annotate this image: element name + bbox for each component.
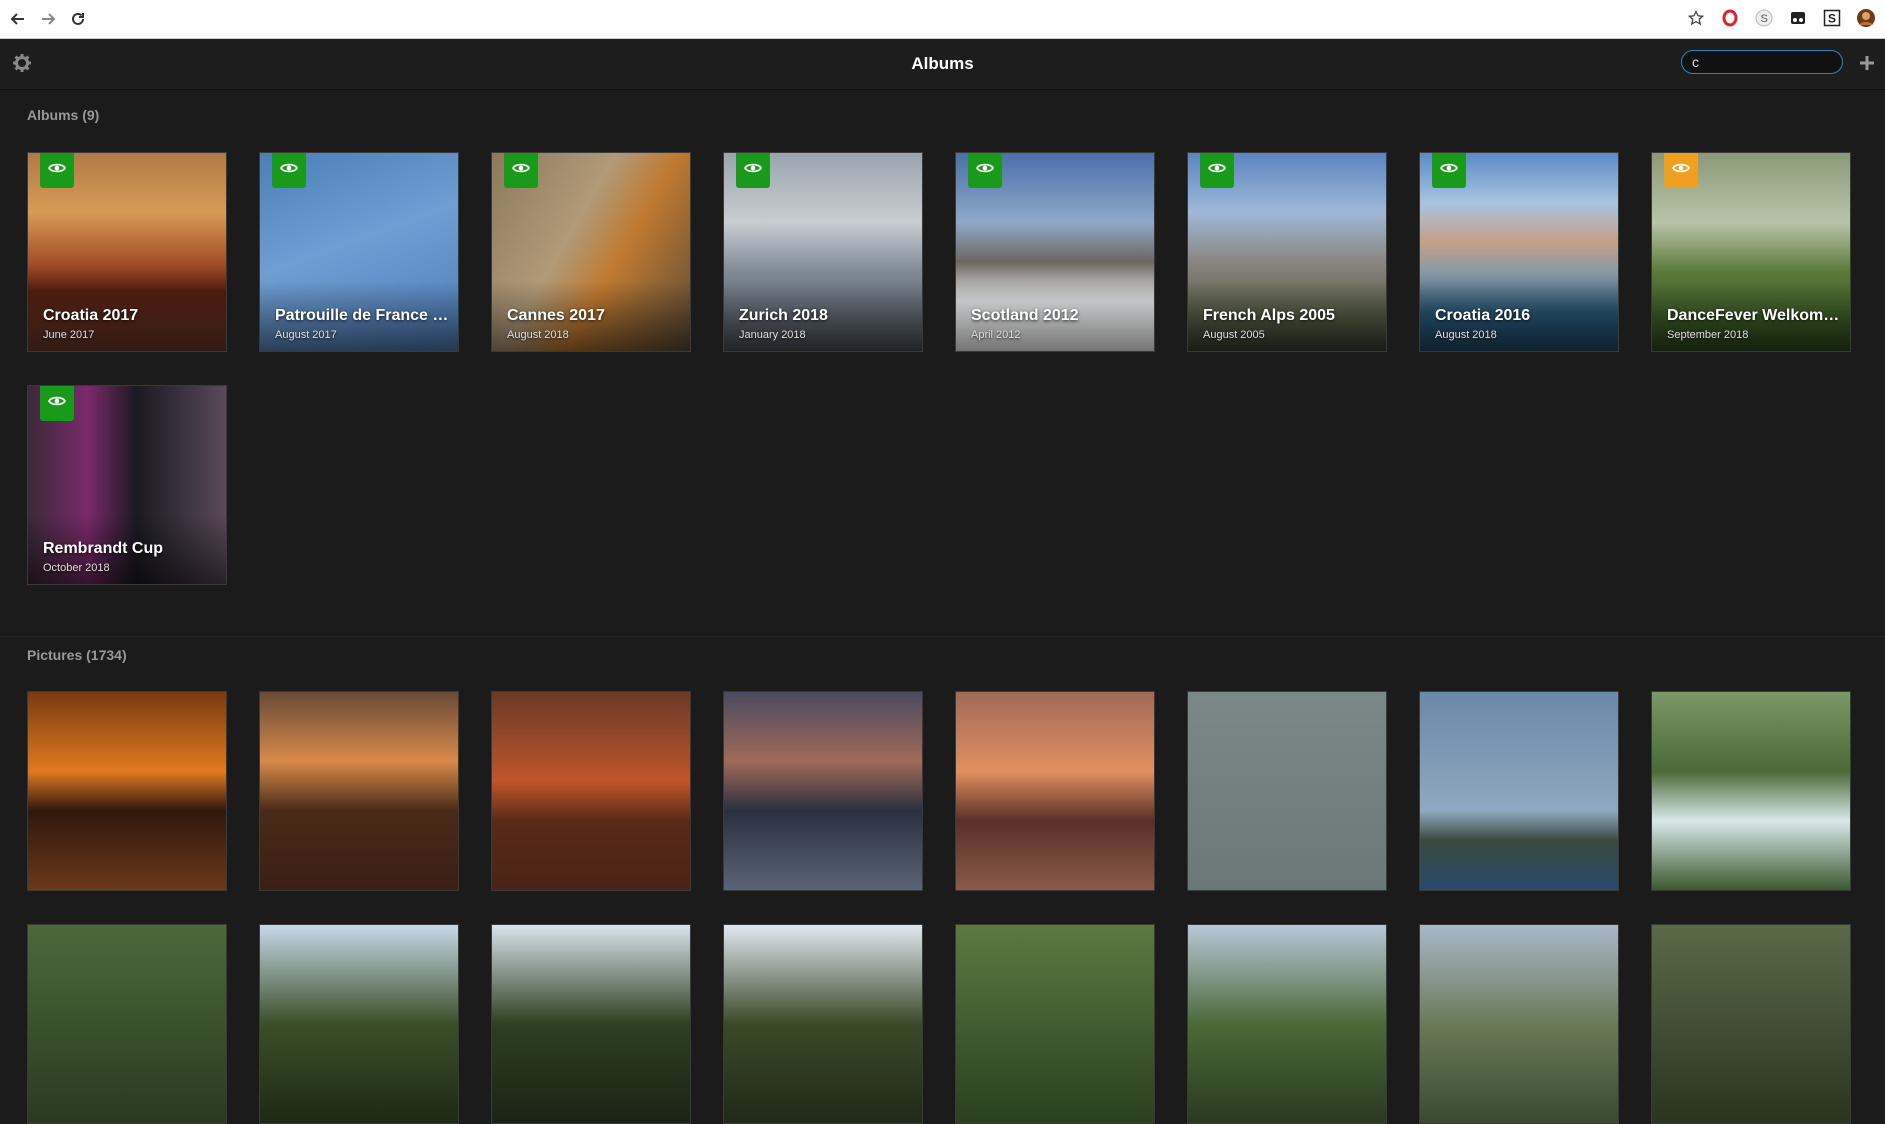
- album-title: Zurich 2018: [739, 307, 828, 324]
- album-date: October 2018: [43, 562, 110, 574]
- public-visibility-badge[interactable]: [736, 153, 770, 188]
- eye-icon: [511, 161, 531, 179]
- eye-icon: [279, 161, 299, 179]
- s-box-extension-icon[interactable]: S: [1821, 7, 1843, 29]
- album-tile[interactable]: Scotland 2012 April 2012: [955, 152, 1155, 352]
- album-title: DanceFever Welkom…: [1667, 307, 1840, 324]
- profile-avatar-icon[interactable]: [1855, 7, 1877, 29]
- hidden-visibility-badge[interactable]: [1664, 153, 1698, 188]
- album-label: Croatia 2017 June 2017: [43, 307, 218, 341]
- album-title: Scotland 2012: [971, 307, 1079, 324]
- picture-thumbnail[interactable]: [491, 691, 691, 891]
- search-input[interactable]: [1681, 50, 1843, 74]
- album-tile[interactable]: Croatia 2017 June 2017: [27, 152, 227, 352]
- svg-text:S: S: [1828, 12, 1836, 26]
- album-title: Patrouille de France …: [275, 307, 449, 324]
- album-tile[interactable]: Zurich 2018 January 2018: [723, 152, 923, 352]
- album-date: August 2018: [507, 329, 569, 341]
- picture-thumbnail[interactable]: [1651, 691, 1851, 891]
- eye-icon: [1671, 161, 1691, 179]
- album-label: Cannes 2017 August 2018: [507, 307, 682, 341]
- picture-thumbnail[interactable]: [955, 924, 1155, 1124]
- album-title: Croatia 2016: [1435, 307, 1531, 324]
- eye-icon: [47, 394, 67, 412]
- picture-thumbnail[interactable]: [1187, 691, 1387, 891]
- incognito-extension-icon[interactable]: [1787, 7, 1809, 29]
- public-visibility-badge[interactable]: [272, 153, 306, 188]
- album-tile[interactable]: Cannes 2017 August 2018: [491, 152, 691, 352]
- album-label: Rembrandt Cup October 2018: [43, 540, 218, 574]
- picture-thumbnail[interactable]: [723, 924, 923, 1124]
- page-title: Albums: [911, 54, 974, 73]
- bookmark-star-icon[interactable]: [1685, 7, 1707, 29]
- album-title: French Alps 2005: [1203, 307, 1335, 324]
- album-tile[interactable]: Patrouille de France … August 2017: [259, 152, 459, 352]
- album-title: Rembrandt Cup: [43, 540, 163, 557]
- album-title: Croatia 2017: [43, 307, 139, 324]
- settings-gear-icon[interactable]: [12, 53, 32, 73]
- picture-thumbnail[interactable]: [491, 924, 691, 1124]
- album-date: August 2005: [1203, 329, 1265, 341]
- opera-extension-icon[interactable]: [1719, 7, 1741, 29]
- album-date: April 2012: [971, 329, 1021, 341]
- public-visibility-badge[interactable]: [40, 386, 74, 421]
- picture-thumbnail[interactable]: [259, 691, 459, 891]
- albums-section-title: Albums (9): [27, 107, 100, 123]
- eye-icon: [1207, 161, 1227, 179]
- album-label: Scotland 2012 April 2012: [971, 307, 1146, 341]
- album-label: Patrouille de France … August 2017: [275, 307, 450, 341]
- reload-icon[interactable]: [66, 7, 90, 31]
- browser-toolbar: S S: [0, 0, 1885, 39]
- album-label: French Alps 2005 August 2005: [1203, 307, 1378, 341]
- album-label: DanceFever Welkom… September 2018: [1667, 307, 1842, 341]
- back-icon[interactable]: [6, 7, 30, 31]
- eye-icon: [47, 161, 67, 179]
- eye-icon: [975, 161, 995, 179]
- album-date: August 2018: [1435, 329, 1497, 341]
- picture-thumbnail[interactable]: [1187, 924, 1387, 1124]
- picture-thumbnail[interactable]: [27, 691, 227, 891]
- album-label: Zurich 2018 January 2018: [739, 307, 914, 341]
- svg-text:S: S: [1761, 13, 1768, 25]
- album-tile[interactable]: DanceFever Welkom… September 2018: [1651, 152, 1851, 352]
- album-date: June 2017: [43, 329, 95, 341]
- pictures-section-title: Pictures (1734): [27, 647, 127, 663]
- forward-icon[interactable]: [36, 7, 60, 31]
- address-bar[interactable]: [110, 9, 300, 29]
- album-date: September 2018: [1667, 329, 1749, 341]
- album-tile[interactable]: French Alps 2005 August 2005: [1187, 152, 1387, 352]
- picture-thumbnail[interactable]: [1419, 691, 1619, 891]
- eye-icon: [1439, 161, 1459, 179]
- public-visibility-badge[interactable]: [1200, 153, 1234, 188]
- s-extension-icon[interactable]: S: [1753, 7, 1775, 29]
- public-visibility-badge[interactable]: [40, 153, 74, 188]
- album-title: Cannes 2017: [507, 307, 605, 324]
- eye-icon: [743, 161, 763, 179]
- picture-thumbnail[interactable]: [955, 691, 1155, 891]
- add-plus-icon[interactable]: [1855, 51, 1879, 75]
- album-date: January 2018: [739, 329, 806, 341]
- picture-thumbnail[interactable]: [259, 924, 459, 1124]
- picture-thumbnail[interactable]: [27, 924, 227, 1124]
- section-divider: [0, 636, 1885, 637]
- app-header: Albums: [0, 39, 1885, 90]
- picture-thumbnail[interactable]: [1419, 924, 1619, 1124]
- album-tile[interactable]: Croatia 2016 August 2018: [1419, 152, 1619, 352]
- album-label: Croatia 2016 August 2018: [1435, 307, 1610, 341]
- picture-thumbnail[interactable]: [723, 691, 923, 891]
- public-visibility-badge[interactable]: [504, 153, 538, 188]
- picture-thumbnail[interactable]: [1651, 924, 1851, 1124]
- public-visibility-badge[interactable]: [1432, 153, 1466, 188]
- public-visibility-badge[interactable]: [968, 153, 1002, 188]
- album-tile[interactable]: Rembrandt Cup October 2018: [27, 385, 227, 585]
- album-date: August 2017: [275, 329, 337, 341]
